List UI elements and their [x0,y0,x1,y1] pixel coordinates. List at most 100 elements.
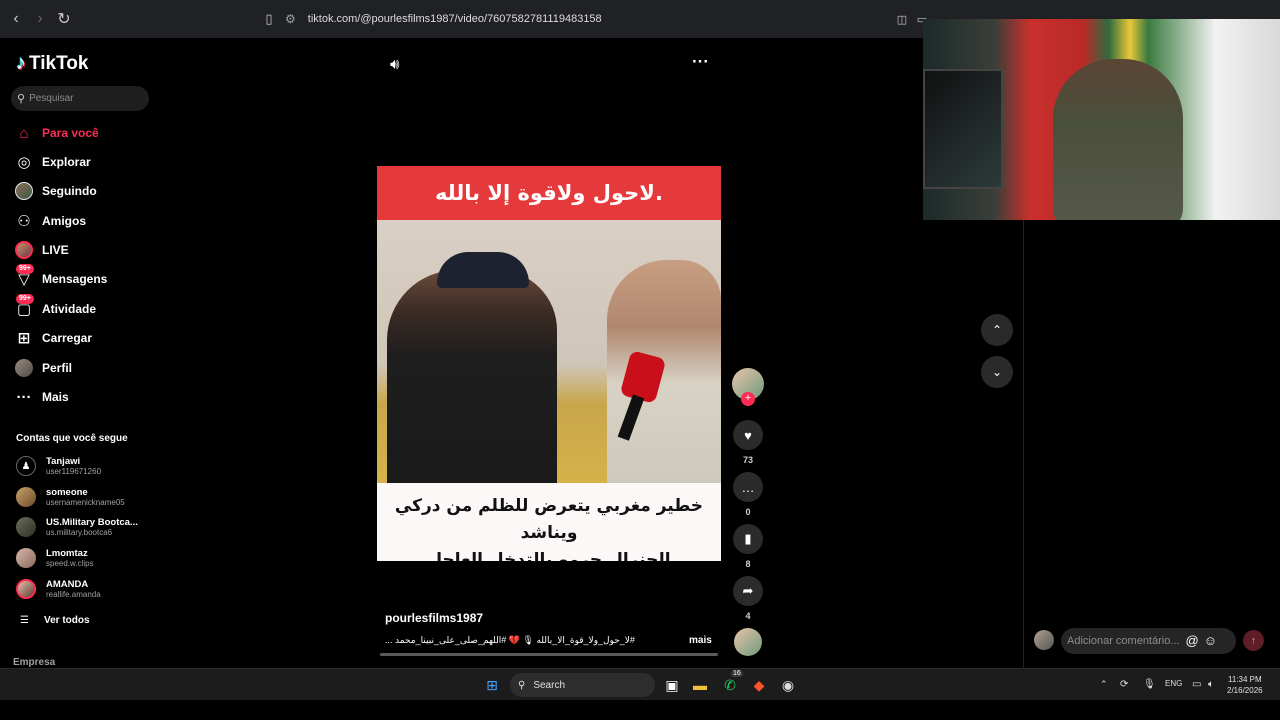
monitor [923,69,1003,189]
send-icon[interactable]: ↑ [1243,630,1264,651]
following-item[interactable]: AMANDA reallife.amanda [16,576,101,602]
menu-label: Mais [42,390,69,404]
previous-video-button[interactable]: ⌃ [981,314,1013,346]
share-icon[interactable]: ➦ [733,576,763,606]
follow-plus-icon[interactable]: + [741,392,755,406]
menu-label: Explorar [42,155,91,169]
video-progress-bar[interactable] [380,653,718,656]
see-all-link[interactable]: ☰ Ver todos [20,607,90,633]
menu-label: Seguindo [42,184,97,198]
video-caption-line: الجنرال حرمو بالتدخل العاجل [427,550,671,561]
live-icon [14,240,34,260]
site-info-icon[interactable]: ⚙ [285,12,296,26]
comment-action: … 0 [732,472,764,517]
sidebar-footer-empresa[interactable]: Empresa [13,657,55,668]
comment-input[interactable]: Adicionar comentário... @ ☺ [1061,627,1236,654]
menu-para-voce[interactable]: ⌂ Para você [14,121,98,145]
following-name: Lmomtaz [46,547,88,559]
comment-icon[interactable]: … [733,472,763,502]
menu-carregar[interactable]: ⊞ Carregar [14,326,92,350]
avatar [16,579,36,599]
video-caption-text: خطير مغربي يتعرض للظلم من دركي ويناشد ال… [377,483,721,561]
following-item[interactable]: Lmomtaz speed.w.clips [16,545,94,571]
video-player[interactable]: لاحول ولاقوة إلا بالله. خطير مغربي يتعرض… [377,166,721,561]
tray-chevron-icon[interactable]: ⌃ [1100,679,1108,690]
menu-atividade[interactable]: ▢ 99+ Atividade [14,294,96,321]
speaker-icon[interactable]: 🔈︎ [1208,679,1214,690]
video-caption-line: خطير مغربي يتعرض للظلم من دركي ويناشد [394,496,704,543]
see-all-label: Ver todos [43,614,90,626]
language-indicator[interactable]: ENG [1165,679,1182,688]
activity-icon: ▢ 99+ [14,294,34,319]
share-count: 4 [745,611,751,621]
task-view-icon[interactable]: ▣ [661,674,683,696]
following-name: Tanjawi [46,455,81,467]
following-item[interactable]: US.Military Bootca... us.military.bootca6 [16,514,138,540]
menu-mensagens[interactable]: ▽ 99+ Mensagens [14,264,107,291]
following-username: us.military.bootca6 [46,527,113,537]
following-item[interactable]: someone usernamenickname05 [16,484,125,510]
video-description: #لا_حول_ولا_قوة_الا_بالله 🎙 💔 #اللهم_صلى… [385,635,635,645]
search-input[interactable] [29,93,140,104]
display-icon[interactable]: ▭ [1192,679,1201,690]
whatsapp-badge: 16 [731,670,743,677]
address-bar[interactable]: ⚙ tiktok.com/@pourlesfilms1987/video/760… [285,8,945,30]
message-icon: ▽ 99+ [14,264,34,289]
avatar: ♟ [16,456,36,476]
system-clock[interactable]: 11:34 PM 2/16/2026 [1227,674,1263,696]
more-icon: ··· [16,388,32,406]
streamer [1053,59,1183,220]
bookmark-icon[interactable]: ▮ [733,524,763,554]
following-name: US.Military Bootca... [46,516,138,528]
author-avatar[interactable]: + [732,368,764,406]
tiktok-logo[interactable]: ♪ TikTok [16,52,88,75]
menu-amigos[interactable]: ⚇ Amigos [14,209,86,233]
following-username: speed.w.clips [46,558,94,568]
cap [437,252,529,288]
reload-icon[interactable]: ↻ [54,9,74,29]
volume-icon[interactable]: 🔊︎ [390,56,399,73]
music-disc-avatar[interactable] [734,628,762,656]
webcam-overlay [923,19,1280,220]
message-badge: 99+ [16,264,34,274]
avatar [16,517,36,537]
menu-explorar[interactable]: ◎ Explorar [14,150,91,174]
obs-icon[interactable]: ◉ [777,674,799,696]
taskbar-search[interactable]: ⚲ Search [510,673,655,697]
bookmark-icon[interactable]: ▯ [259,9,279,29]
back-icon[interactable]: ‹ [6,9,26,29]
mic-icon[interactable]: 🎙︎ [1143,679,1156,690]
comment-placeholder: Adicionar comentário... [1067,634,1180,647]
brave-browser-icon[interactable]: ◆ [748,674,770,696]
following-username: user119671260 [46,466,102,476]
extensions-icon[interactable]: ◫ [892,9,912,29]
menu-label: LIVE [42,243,69,257]
video-frame [377,220,721,485]
menu-mais[interactable]: ··· Mais [14,385,69,409]
mention-icon[interactable]: @ [1186,633,1199,648]
bottom-strip [0,700,1280,720]
more-options-icon[interactable]: ··· [692,52,709,72]
search-box[interactable]: ⚲ [11,86,149,111]
menu-live[interactable]: LIVE [14,238,69,262]
more-link[interactable]: mais [689,635,712,646]
whatsapp-icon[interactable]: ✆ 16 [719,670,743,696]
taskbar-search-label: Search [533,679,566,691]
menu-perfil[interactable]: Perfil [14,356,72,380]
next-video-button[interactable]: ⌄ [981,356,1013,388]
following-item[interactable]: ♟ Tanjawi user119671260 [16,453,101,479]
menu-seguindo[interactable]: Seguindo [14,179,97,203]
following-name: AMANDA [46,578,89,590]
taskbar: ⊞ ⚲ Search ▣ ▬ ✆ 16 ◆ ◉ ⌃ ⟳ 🎙︎ ENG ▭ 🔈︎ 1… [0,668,1280,700]
emoji-icon[interactable]: ☺ [1204,633,1217,648]
sidebar: ♪ TikTok ⚲ ⌂ Para você ◎ Explorar Seguin… [0,38,160,668]
windows-start-icon[interactable]: ⊞ [481,674,503,696]
sync-icon[interactable]: ⟳ [1120,679,1128,690]
author-username[interactable]: pourlesfilms1987 [385,611,483,625]
heart-icon[interactable]: ♥ [733,420,763,450]
search-icon: ⚲ [17,93,26,105]
comment-bar: Adicionar comentário... @ ☺ ↑ [1034,627,1264,654]
file-explorer-icon[interactable]: ▬ [689,674,711,696]
forward-icon[interactable]: › [30,9,50,29]
save-count: 8 [745,559,751,569]
